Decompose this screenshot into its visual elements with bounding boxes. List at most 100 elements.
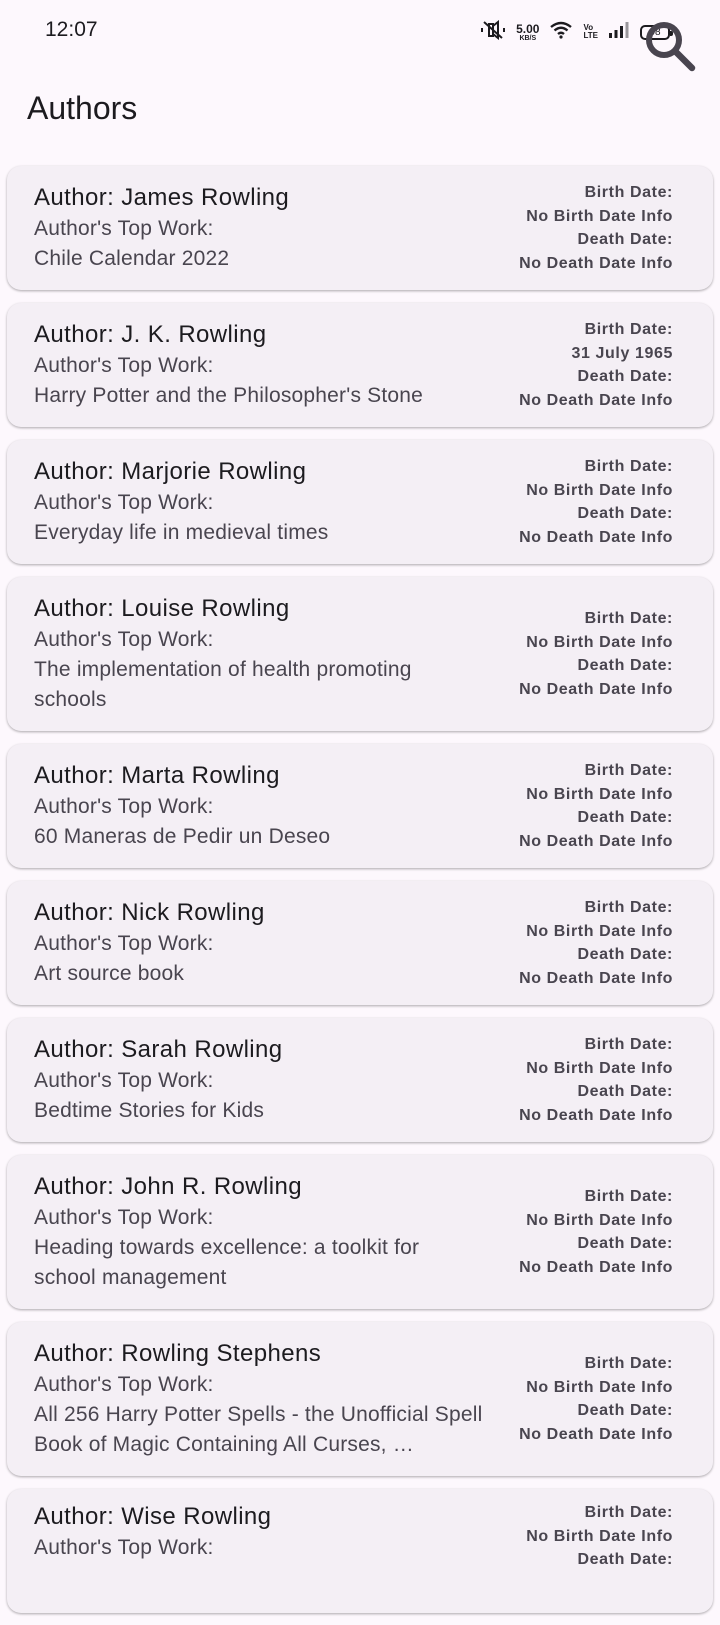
death-date-value: No Death Date Info [519,254,673,272]
network-speed-unit: KB/S [519,34,537,42]
birth-date-value: No Birth Date Info [526,1059,673,1077]
birth-date-value: No Birth Date Info [526,922,673,940]
author-name: Author: John R. Rowling [34,1173,302,1200]
date-info: Birth Date: No Birth Date Info Death Date:… [519,744,673,868]
birth-date-label: Birth Date: [584,458,673,475]
author-info: Author: Louise Rowling Author's Top Work:… [34,577,484,731]
author-info: Author: J. K. Rowling Author's Top Work: H… [34,303,484,427]
author-card[interactable]: Author: Marta Rowling Author's Top Work: 6… [7,744,713,868]
author-card[interactable]: Author: Louise Rowling Author's Top Work:… [7,577,713,731]
author-name: Author: James Rowling [34,184,290,211]
death-date-value: No Death Date Info [519,1425,673,1443]
date-info: Birth Date: 31 July 1965 Death Date: No Dea… [519,303,673,427]
network-speed: 5.00 KB/S [516,23,539,42]
wifi-icon [549,21,573,44]
network-speed-value: 5.00 [516,21,540,36]
date-info: Birth Date: No Birth Date Info Death Date:… [519,881,673,1005]
top-work-title: Harry Potter and the Philosopher's Stone [34,384,424,407]
top-work-label: Author's Top Work: [34,1206,214,1229]
top-work-title: The implementation of health promoting s… [34,658,412,711]
author-card[interactable]: Author: Wise Rowling Author's Top Work: Bi… [7,1489,713,1613]
top-work-title: Bedtime Stories for Kids [34,1099,265,1122]
author-name: Author: Marta Rowling [34,762,280,789]
death-date-label: Death Date: [577,1235,673,1252]
birth-date-value: 31 July 1965 [571,344,673,362]
author-card[interactable]: Author: Sarah Rowling Author's Top Work: B… [7,1018,713,1142]
birth-date-label: Birth Date: [584,1036,673,1053]
search-button[interactable] [640,18,700,78]
top-work-label: Author's Top Work: [34,628,214,651]
top-work-title: All 256 Harry Potter Spells - the Unoffi… [34,1403,483,1456]
author-info: Author: Wise Rowling Author's Top Work: [34,1489,484,1625]
app-bar: Authors [0,64,720,160]
birth-date-value: No Birth Date Info [526,207,673,225]
date-info: Birth Date: No Birth Date Info Death Date:… [519,440,673,564]
author-name: Author: J. K. Rowling [34,321,267,348]
death-date-label: Death Date: [577,505,673,522]
author-name: Author: Wise Rowling [34,1503,272,1530]
birth-date-label: Birth Date: [584,321,673,338]
page-title: Authors [27,90,138,126]
death-date-label: Death Date: [577,1551,673,1568]
death-date-value: No Death Date Info [519,391,673,409]
death-date-value: No Death Date Info [519,1106,673,1124]
top-work-label: Author's Top Work: [34,354,214,377]
birth-date-label: Birth Date: [584,1188,673,1205]
top-work-label: Author's Top Work: [34,1373,214,1396]
death-date-label: Death Date: [577,946,673,963]
top-work-title: Art source book [34,962,185,985]
birth-date-label: Birth Date: [584,610,673,627]
date-info: Birth Date: No Birth Date Info Death Date:… [519,577,673,731]
death-date-label: Death Date: [577,368,673,385]
author-info: Author: Nick Rowling Author's Top Work: Ar… [34,881,484,1005]
mute-icon [480,19,506,45]
author-info: Author: Marta Rowling Author's Top Work: 6… [34,744,484,868]
author-info: Author: Rowling Stephens Author's Top Wor… [34,1322,484,1476]
birth-date-label: Birth Date: [584,762,673,779]
top-work-title: Everyday life in medieval times [34,521,329,544]
author-name: Author: Marjorie Rowling [34,458,307,485]
death-date-value: No Death Date Info [519,680,673,698]
birth-date-value: No Birth Date Info [526,1527,673,1545]
author-name: Author: Sarah Rowling [34,1036,283,1063]
author-card[interactable]: Author: Nick Rowling Author's Top Work: Ar… [7,881,713,1005]
author-card[interactable]: Author: John R. Rowling Author's Top Work… [7,1155,713,1309]
author-info: Author: Sarah Rowling Author's Top Work: B… [34,1018,484,1142]
status-bar: 12:07 5.00 KB/S Vo LTE 98 [0,0,720,64]
signal-icon [608,21,630,44]
birth-date-value: No Birth Date Info [526,785,673,803]
top-work-label: Author's Top Work: [34,1069,214,1092]
top-work-label: Author's Top Work: [34,932,214,955]
author-name: Author: Rowling Stephens [34,1340,322,1367]
top-work-label: Author's Top Work: [34,217,214,240]
birth-date-value: No Birth Date Info [526,481,673,499]
birth-date-value: No Birth Date Info [526,633,673,651]
author-card[interactable]: Author: Marjorie Rowling Author's Top Wor… [7,440,713,564]
top-work-label: Author's Top Work: [34,795,214,818]
status-time: 12:07 [45,18,98,41]
death-date-value: No Death Date Info [519,528,673,546]
author-name: Author: Louise Rowling [34,595,290,622]
death-date-value: No Death Date Info [519,1258,673,1276]
birth-date-label: Birth Date: [584,1504,673,1521]
birth-date-label: Birth Date: [584,1355,673,1372]
author-info: Author: Marjorie Rowling Author's Top Wor… [34,440,484,564]
death-date-label: Death Date: [577,809,673,826]
author-card[interactable]: Author: J. K. Rowling Author's Top Work: H… [7,303,713,427]
death-date-label: Death Date: [577,1083,673,1100]
volte-bottom: LTE [583,31,598,40]
top-work-title: Chile Calendar 2022 [34,247,230,270]
author-info: Author: John R. Rowling Author's Top Work… [34,1155,484,1309]
author-name: Author: Nick Rowling [34,899,265,926]
death-date-label: Death Date: [577,231,673,248]
author-card[interactable]: Author: Rowling Stephens Author's Top Wor… [7,1322,713,1476]
author-card[interactable]: Author: James Rowling Author's Top Work: C… [7,166,713,290]
date-info: Birth Date: No Birth Date Info Death Date: [526,1489,673,1625]
birth-date-value: No Birth Date Info [526,1378,673,1396]
search-icon [643,19,697,78]
date-info: Birth Date: No Birth Date Info Death Date:… [519,1155,673,1309]
date-info: Birth Date: No Birth Date Info Death Date:… [519,1018,673,1142]
death-date-value: No Death Date Info [519,832,673,850]
birth-date-label: Birth Date: [584,899,673,916]
volte-indicator: Vo LTE [583,24,598,40]
